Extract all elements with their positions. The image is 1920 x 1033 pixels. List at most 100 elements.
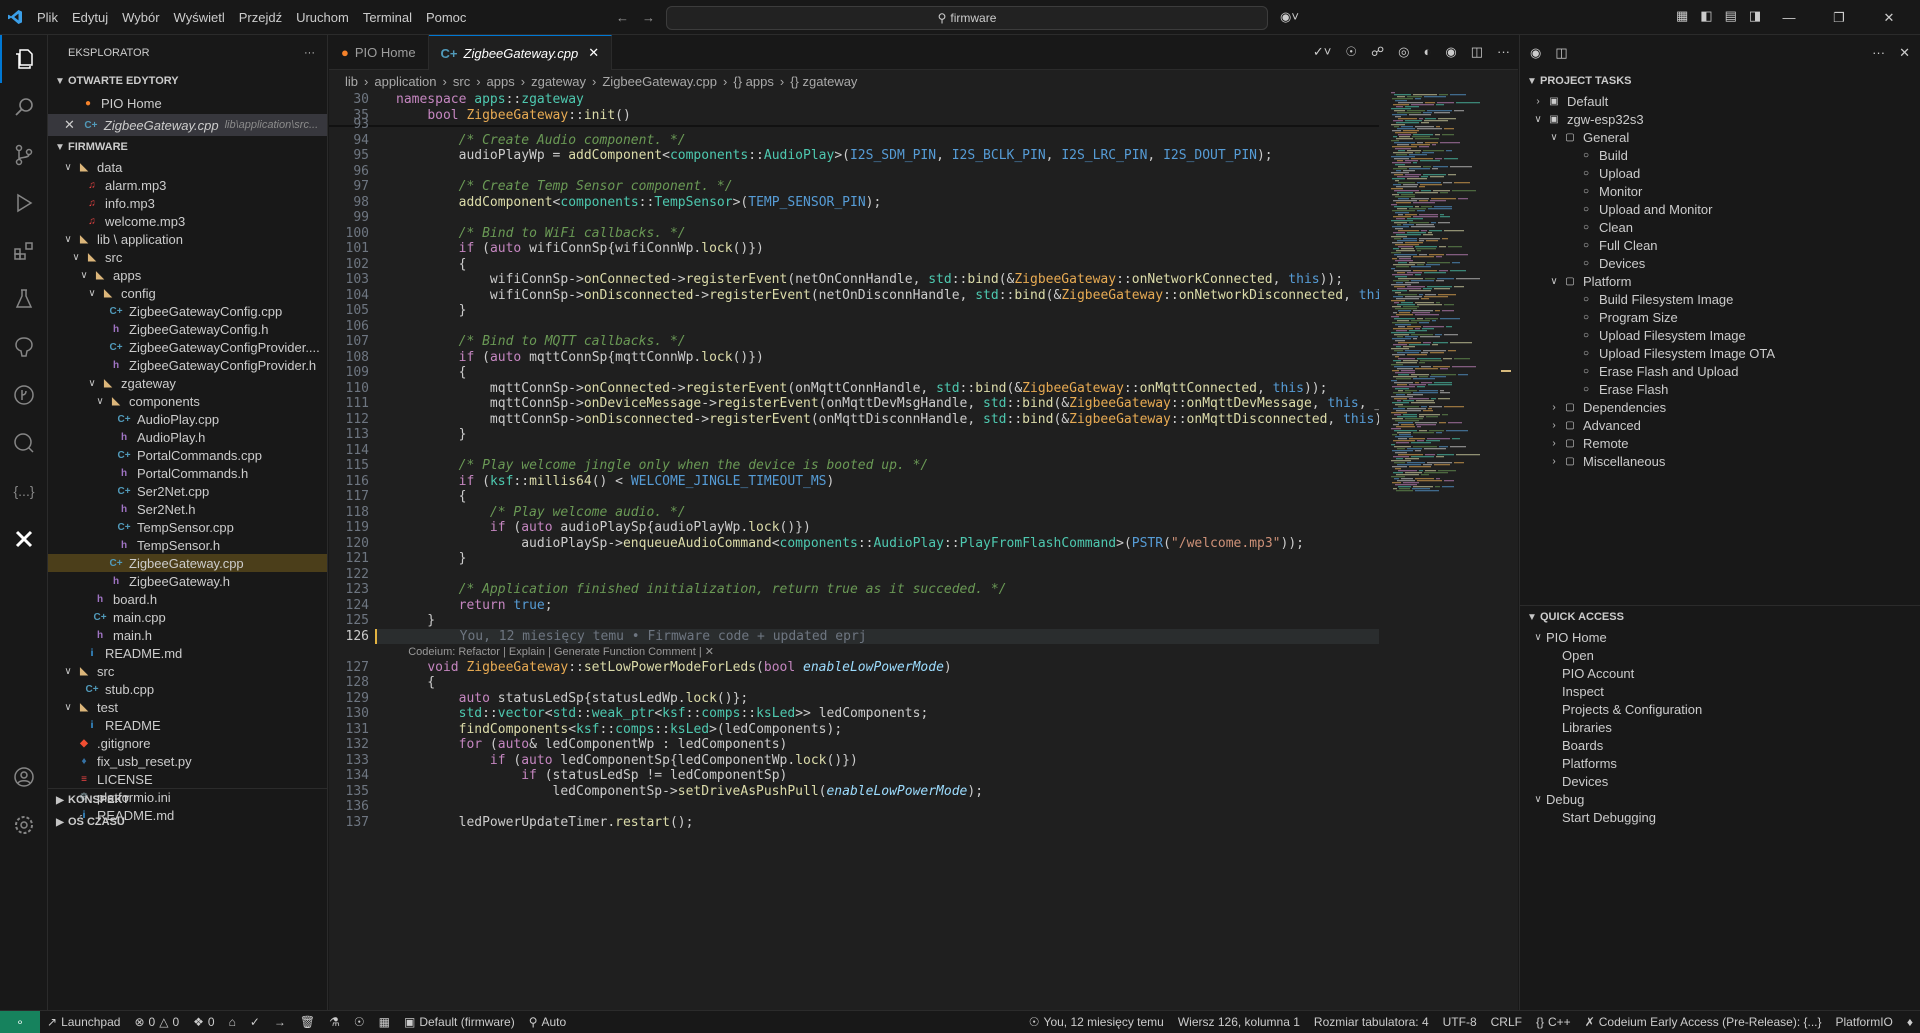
- project_tasks-item[interactable]: ∨ ▢ Platform: [1520, 272, 1920, 290]
- code-line[interactable]: You, 12 miesięcy temu • Firmware code + …: [375, 628, 1379, 644]
- project_tasks-item[interactable]: ○ Build: [1520, 146, 1920, 164]
- tree-item[interactable]: h ZigbeeGatewayConfigProvider.h: [48, 356, 327, 374]
- codeium-status[interactable]: ✗ Codeium Early Access (Pre-Release): {..…: [1578, 1011, 1829, 1033]
- remote-indicator[interactable]: ∘: [0, 1010, 40, 1033]
- quick-access-section[interactable]: ▼ QUICK ACCESS: [1520, 606, 1920, 628]
- menu-item-7[interactable]: Pomoc: [419, 10, 473, 25]
- gitlens-inspect-icon[interactable]: [0, 419, 48, 467]
- nav-forward-icon[interactable]: →: [642, 10, 655, 25]
- tree-item[interactable]: i README: [48, 716, 327, 734]
- code-line[interactable]: audioPlayWp = addComponent<components::A…: [396, 148, 1273, 163]
- tree-item[interactable]: h TempSensor.h: [48, 536, 327, 554]
- tree-item[interactable]: ∨ ◣ zgateway: [48, 374, 327, 392]
- quick_access-item[interactable]: Boards: [1520, 736, 1920, 754]
- code-line[interactable]: if (auto ledComponentSp{ledComponentWp.l…: [396, 753, 858, 768]
- tree-item[interactable]: ◆ .gitignore: [48, 734, 327, 752]
- project_tasks-item[interactable]: ○ Erase Flash: [1520, 380, 1920, 398]
- language-mode[interactable]: {} C++: [1529, 1011, 1578, 1033]
- code-line[interactable]: mqttConnSp->onConnected->registerEvent(o…: [396, 381, 1328, 396]
- code-line[interactable]: if (auto mqttConnSp{mqttConnWp.lock()}): [396, 350, 764, 365]
- minimap[interactable]: [1389, 92, 1509, 1010]
- pio-home-icon[interactable]: ⌂: [222, 1011, 243, 1033]
- project_tasks-item[interactable]: › ▢ Remote: [1520, 434, 1920, 452]
- code-line[interactable]: Codeium: Refactor | Explain | Generate F…: [396, 644, 714, 659]
- sticky-scroll-line[interactable]: namespace apps::zgateway: [396, 92, 584, 107]
- tree-item[interactable]: ∨ ◣ src: [48, 662, 327, 680]
- close-window-icon[interactable]: ✕: [1864, 10, 1914, 26]
- chat-icon[interactable]: ◫: [1555, 45, 1567, 61]
- code-line[interactable]: }: [396, 427, 467, 442]
- codeium-icon[interactable]: [0, 515, 48, 563]
- code-line[interactable]: if (statusLedSp != ledComponentSp): [396, 768, 787, 783]
- code-line[interactable]: }: [396, 303, 467, 318]
- restore-icon[interactable]: ❐: [1814, 10, 1864, 26]
- more-actions-icon[interactable]: ···: [1872, 45, 1885, 60]
- breadcrumb-item[interactable]: lib: [345, 74, 358, 89]
- json-braces-icon[interactable]: {...}: [0, 467, 48, 515]
- code-line[interactable]: /* Create Temp Sensor component. */: [396, 179, 733, 194]
- command-center-search[interactable]: ⚲ firmware: [666, 6, 1268, 30]
- tree-item[interactable]: C+ ZigbeeGatewayConfigProvider....: [48, 338, 327, 356]
- code-line[interactable]: addComponent<components::TempSensor>(TEM…: [396, 195, 882, 210]
- code-line[interactable]: audioPlaySp->enqueueAudioCommand<compone…: [396, 536, 1304, 551]
- quick_access-item[interactable]: Inspect: [1520, 682, 1920, 700]
- tab-size[interactable]: Rozmiar tabulatora: 4: [1307, 1011, 1436, 1033]
- extensions-icon[interactable]: [0, 227, 48, 275]
- code-editor[interactable]: 30 namespace apps::zgateway 35 bool Zigbee…: [329, 92, 1379, 1010]
- code-line[interactable]: {: [396, 675, 435, 690]
- quick_access-item[interactable]: Devices: [1520, 772, 1920, 790]
- code-line[interactable]: std::vector<std::weak_ptr<ksf::comps::ks…: [396, 706, 929, 721]
- tree-item[interactable]: C+ Ser2Net.cpp: [48, 482, 327, 500]
- code-line[interactable]: /* Bind to MQTT callbacks. */: [396, 334, 686, 349]
- tree-item[interactable]: h PortalCommands.h: [48, 464, 327, 482]
- code-line[interactable]: wifiConnSp->onDisconnected->registerEven…: [396, 288, 1379, 303]
- toggle-primary-sidebar-icon[interactable]: ◧: [1700, 8, 1712, 24]
- menu-item-3[interactable]: Wyświetl: [167, 10, 232, 25]
- breadcrumb-item[interactable]: {} apps: [733, 74, 774, 89]
- breadcrumb-item[interactable]: src: [453, 74, 470, 89]
- tree-item[interactable]: C+ stub.cpp: [48, 680, 327, 698]
- toggle-secondary-sidebar-icon[interactable]: ◨: [1749, 8, 1761, 24]
- menu-item-2[interactable]: Wybór: [115, 10, 166, 25]
- end-of-line[interactable]: CRLF: [1484, 1011, 1529, 1033]
- project_tasks-item[interactable]: ○ Erase Flash and Upload: [1520, 362, 1920, 380]
- cursor-position[interactable]: Wiersz 126, kolumna 1: [1171, 1011, 1307, 1033]
- tab-pio-home[interactable]: ● PIO Home: [329, 35, 429, 70]
- code-line[interactable]: /* Application finished initialization, …: [396, 582, 1007, 597]
- pio-terminal-icon[interactable]: ▦: [372, 1011, 397, 1033]
- env-item[interactable]: ▣ Default (firmware): [397, 1011, 522, 1033]
- project_tasks-item[interactable]: ○ Upload and Monitor: [1520, 200, 1920, 218]
- code-line[interactable]: mqttConnSp->onDisconnected->registerEven…: [396, 412, 1379, 427]
- code-line[interactable]: void ZigbeeGateway::setLowPowerModeForLe…: [396, 660, 951, 675]
- tree-item[interactable]: C+ TempSensor.cpp: [48, 518, 327, 536]
- code-line[interactable]: /* Play welcome audio. */: [396, 505, 686, 520]
- previous-change-icon[interactable]: ◎: [1398, 44, 1409, 60]
- tree-item[interactable]: ♫ alarm.mp3: [48, 176, 327, 194]
- quick_access-item[interactable]: ∨ Debug: [1520, 790, 1920, 808]
- firmware-section[interactable]: ▼ FIRMWARE: [48, 136, 327, 158]
- gitlens-compare-icon[interactable]: ☍: [1371, 44, 1384, 60]
- code-line[interactable]: mqttConnSp->onDeviceMessage->registerEve…: [396, 396, 1379, 411]
- menu-item-1[interactable]: Edytuj: [65, 10, 115, 25]
- explorer-icon[interactable]: [0, 35, 48, 83]
- testing-icon[interactable]: [0, 275, 48, 323]
- menu-item-4[interactable]: Przejdź: [232, 10, 289, 25]
- code-line[interactable]: ledComponentSp->setDriveAsPushPull(enabl…: [396, 784, 984, 799]
- project_tasks-item[interactable]: › ▢ Miscellaneous: [1520, 452, 1920, 470]
- timeline-section[interactable]: ▶ OŚ CZASU: [48, 811, 327, 833]
- copilot-icon[interactable]: ◉˅: [1280, 9, 1299, 25]
- tree-item[interactable]: ∨ ◣ test: [48, 698, 327, 716]
- tree-item[interactable]: h Ser2Net.h: [48, 500, 327, 518]
- breadcrumb-item[interactable]: zgateway: [531, 74, 586, 89]
- tree-item[interactable]: ∨ ◣ data: [48, 158, 327, 176]
- pio-build-icon[interactable]: ☉: [1345, 44, 1357, 60]
- tree-item[interactable]: C+ AudioPlay.cpp: [48, 410, 327, 428]
- menu-item-5[interactable]: Uruchom: [289, 10, 356, 25]
- platformio-status[interactable]: PlatformIO: [1829, 1011, 1900, 1033]
- split-editor-icon[interactable]: ◫: [1471, 44, 1483, 60]
- tree-item[interactable]: i README.md: [48, 644, 327, 662]
- tree-item[interactable]: ∨ ◣ lib \ application: [48, 230, 327, 248]
- more-actions-icon[interactable]: ···: [1497, 44, 1510, 60]
- project_tasks-item[interactable]: ∨ ▢ General: [1520, 128, 1920, 146]
- check-icon[interactable]: ✓˅: [1313, 44, 1331, 60]
